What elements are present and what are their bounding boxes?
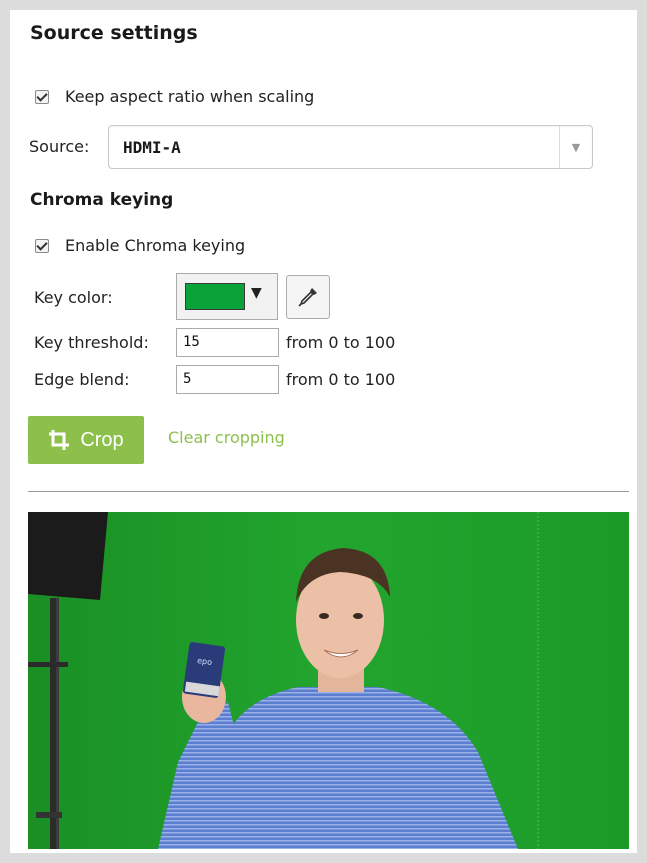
enable-chroma-row[interactable]: Enable Chroma keying	[35, 236, 245, 255]
clear-cropping-link[interactable]: Clear cropping	[168, 428, 285, 447]
edge-blend-label: Edge blend:	[34, 370, 130, 389]
enable-chroma-checkbox[interactable]	[35, 238, 49, 253]
eyedropper-button[interactable]	[286, 275, 330, 319]
key-color-swatch	[185, 283, 245, 310]
chroma-keying-heading: Chroma keying	[30, 190, 174, 210]
keep-aspect-label: Keep aspect ratio when scaling	[65, 87, 315, 106]
key-color-label: Key color:	[34, 288, 113, 307]
source-label: Source:	[29, 137, 90, 156]
dropdown-arrow-icon: ▼	[251, 285, 262, 301]
crop-icon	[49, 430, 70, 450]
edge-blend-input[interactable]: 5	[176, 365, 279, 394]
source-select-value: HDMI-A	[123, 138, 181, 157]
page-title: Source settings	[30, 22, 198, 44]
keep-aspect-row[interactable]: Keep aspect ratio when scaling	[35, 87, 314, 106]
source-select[interactable]: HDMI-A ▼	[108, 125, 593, 169]
crop-button-label: Crop	[80, 428, 124, 451]
chevron-down-icon[interactable]: ▼	[559, 126, 592, 168]
video-preview: epo	[28, 512, 629, 849]
divider	[28, 491, 629, 492]
key-threshold-label: Key threshold:	[34, 333, 149, 352]
video-preview-image: epo	[28, 512, 629, 849]
key-color-picker[interactable]: ▼	[176, 273, 278, 320]
enable-chroma-label: Enable Chroma keying	[65, 236, 246, 255]
key-threshold-range: from 0 to 100	[286, 333, 396, 352]
crop-button[interactable]: Crop	[28, 416, 144, 464]
edge-blend-range: from 0 to 100	[286, 370, 396, 389]
key-threshold-input[interactable]: 15	[176, 328, 279, 357]
source-settings-panel: Source settings Keep aspect ratio when s…	[10, 10, 637, 853]
keep-aspect-checkbox[interactable]	[35, 89, 49, 104]
eyedropper-icon	[298, 288, 317, 307]
